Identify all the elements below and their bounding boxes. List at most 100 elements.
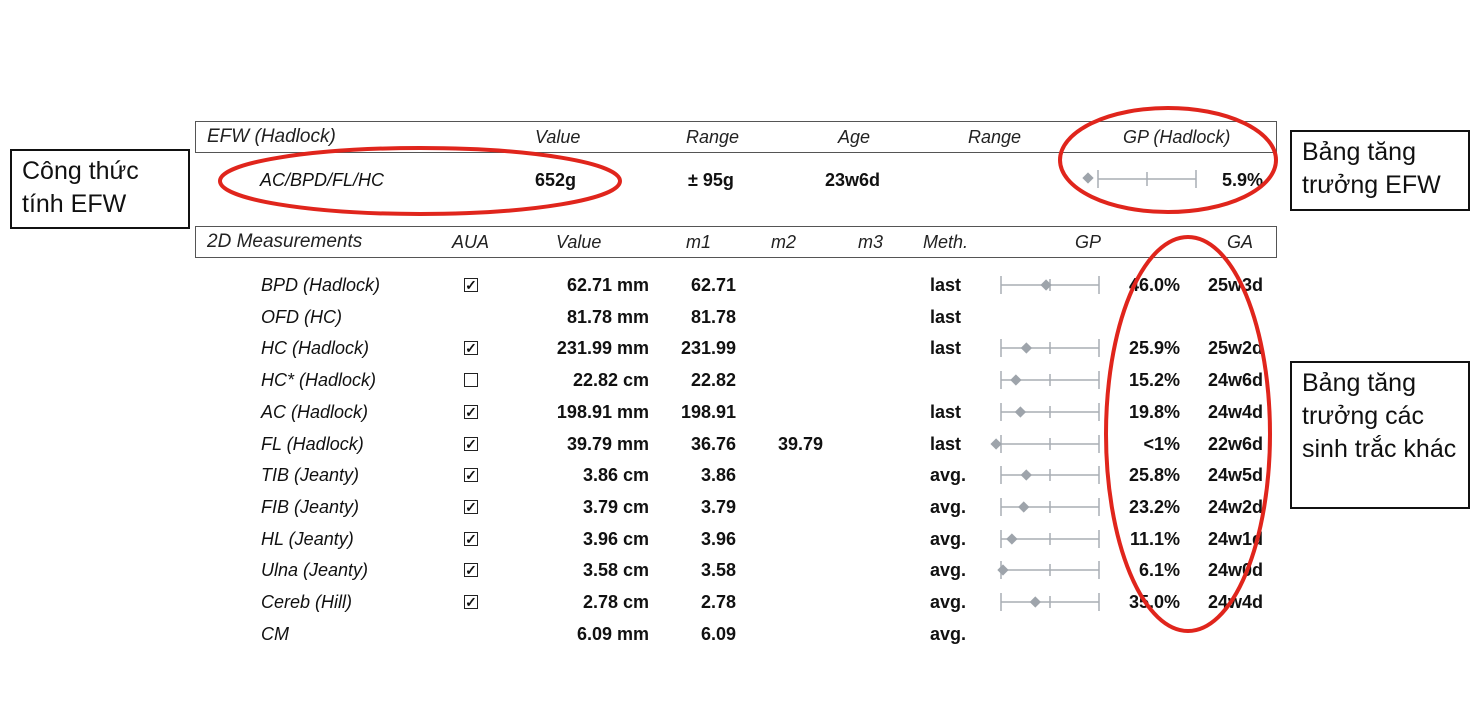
m1-header: m1 xyxy=(686,232,712,252)
gp-range-bar xyxy=(1000,530,1100,548)
aua-checkbox[interactable]: ✓ xyxy=(464,563,478,577)
measurements-title: 2D Measurements xyxy=(207,231,363,252)
efw-range-header: Range xyxy=(686,127,740,147)
aua-checkbox[interactable]: ✓ xyxy=(464,278,478,292)
efw-gp-value: 5.9% xyxy=(1222,170,1264,190)
measurement-ga: 22w6d xyxy=(1208,434,1264,454)
measurement-name: FL (Hadlock) xyxy=(261,434,364,454)
efw-value-header: Value xyxy=(535,127,581,147)
measurement-value: 3.79 cm xyxy=(582,497,649,517)
measurement-ga: 24w0d xyxy=(1208,560,1264,580)
measurement-method: avg. xyxy=(930,624,967,644)
measurement-value: 3.86 cm xyxy=(582,465,649,485)
measurement-m1: 231.99 xyxy=(680,338,736,358)
gp-marker xyxy=(1020,469,1032,481)
measurement-m1: 36.76 xyxy=(690,434,736,454)
measurement-name: FIB (Jeanty) xyxy=(261,497,360,517)
measurement-name: AC (Hadlock) xyxy=(261,402,369,422)
gp-range-bar xyxy=(1000,593,1100,611)
gp-range-bar xyxy=(990,435,1100,453)
measurement-method: avg. xyxy=(930,560,967,580)
measurement-value: 2.78 cm xyxy=(582,592,649,612)
measurement-ga: 24w4d xyxy=(1208,402,1264,422)
measurement-ga: 24w2d xyxy=(1208,497,1264,517)
aua-checkbox[interactable]: ✓ xyxy=(464,341,478,355)
measurement-value: 22.82 cm xyxy=(572,370,649,390)
measurement-m1: 3.96 xyxy=(700,529,736,549)
ga-header: GA xyxy=(1227,232,1254,252)
measurement-method: avg. xyxy=(930,529,967,549)
aua-checkbox[interactable]: ✓ xyxy=(464,468,478,482)
measurement-method: avg. xyxy=(930,497,967,517)
measurement-method: last xyxy=(930,338,962,358)
aua-checkbox[interactable] xyxy=(464,373,478,387)
measurement-m1: 3.79 xyxy=(700,497,736,517)
measurement-gp: 15.2% xyxy=(1128,370,1180,390)
measurement-gp: 19.8% xyxy=(1128,402,1180,422)
measurement-gp: 46.0% xyxy=(1128,275,1180,295)
gp-range-bar xyxy=(1000,371,1100,389)
measurement-gp: 25.9% xyxy=(1128,338,1180,358)
measurement-ga: 24w5d xyxy=(1208,465,1264,485)
gp-marker xyxy=(990,438,1002,450)
measurement-value: 198.91 mm xyxy=(556,402,649,422)
measurement-value: 6.09 mm xyxy=(576,624,649,644)
efw-formula: AC/BPD/FL/HC xyxy=(260,170,385,190)
gp-range-bar xyxy=(1000,466,1100,484)
measurement-gp: 23.2% xyxy=(1128,497,1180,517)
gp-marker xyxy=(997,564,1009,576)
aua-checkbox[interactable]: ✓ xyxy=(464,437,478,451)
measurement-method: last xyxy=(930,275,962,295)
gp-range-bar xyxy=(1000,498,1100,516)
measurement-method: avg. xyxy=(930,465,967,485)
measurement-m1: 2.78 xyxy=(700,592,736,612)
measurement-method: avg. xyxy=(930,592,967,612)
measurement-name: OFD (HC) xyxy=(261,307,342,327)
efw-value: 652g xyxy=(535,170,577,190)
other-growth-callout: Bảng tăng trưởng các sinh trắc khác xyxy=(1290,361,1470,509)
efw-range2-header: Range xyxy=(968,127,1022,147)
gp-marker xyxy=(1014,406,1027,418)
efw-range: ± 95g xyxy=(688,170,734,190)
measurement-value: 39.79 mm xyxy=(566,434,649,454)
measurement-name: HC (Hadlock) xyxy=(261,338,370,358)
gp-marker xyxy=(1020,342,1033,354)
m2-header: m2 xyxy=(771,232,797,252)
efw-gp-header: GP (Hadlock) xyxy=(1123,127,1231,147)
measurement-method: last xyxy=(930,307,962,327)
gp-range-bar xyxy=(997,561,1100,579)
aua-checkbox[interactable]: ✓ xyxy=(464,405,478,419)
measurement-value: 231.99 mm xyxy=(556,338,649,358)
aua-checkbox[interactable]: ✓ xyxy=(464,532,478,546)
measurement-name: HL (Jeanty) xyxy=(261,529,354,549)
efw-growth-callout: Bảng tăng trưởng EFW xyxy=(1290,130,1470,211)
measurement-method: last xyxy=(930,402,962,422)
measurement-m1: 62.71 xyxy=(690,275,736,295)
measurement-gp: 11.1% xyxy=(1129,529,1180,549)
formula-callout: Công thức tính EFW xyxy=(10,149,190,229)
measurement-ga: 24w6d xyxy=(1208,370,1264,390)
measurement-gp: 6.1% xyxy=(1138,560,1180,580)
measurement-gp: <1% xyxy=(1143,434,1180,454)
efw-age-header: Age xyxy=(838,127,871,147)
measurement-value: 81.78 mm xyxy=(566,307,649,327)
efw-age: 23w6d xyxy=(825,170,881,190)
gp-marker xyxy=(1029,596,1041,608)
meth-header: Meth. xyxy=(923,232,969,252)
measurement-name: Cereb (Hill) xyxy=(261,592,353,612)
measurement-name: BPD (Hadlock) xyxy=(261,275,381,295)
measurement-ga: 24w4d xyxy=(1208,592,1264,612)
measurement-name: Ulna (Jeanty) xyxy=(261,560,369,580)
measurement-m1: 81.78 xyxy=(690,307,736,327)
aua-checkbox[interactable]: ✓ xyxy=(464,500,478,514)
aua-checkbox[interactable]: ✓ xyxy=(464,595,478,609)
gp-range-bar xyxy=(1000,403,1100,421)
measurement-value: 62.71 mm xyxy=(566,275,649,295)
gp-header: GP xyxy=(1075,232,1102,252)
measurement-method: last xyxy=(930,434,962,454)
gp-marker xyxy=(1010,374,1022,386)
measurement-name: TIB (Jeanty) xyxy=(261,465,360,485)
measurement-m1: 198.91 xyxy=(680,402,736,422)
efw-title: EFW (Hadlock) xyxy=(207,126,336,147)
measurement-m2: 39.79 xyxy=(777,434,823,454)
